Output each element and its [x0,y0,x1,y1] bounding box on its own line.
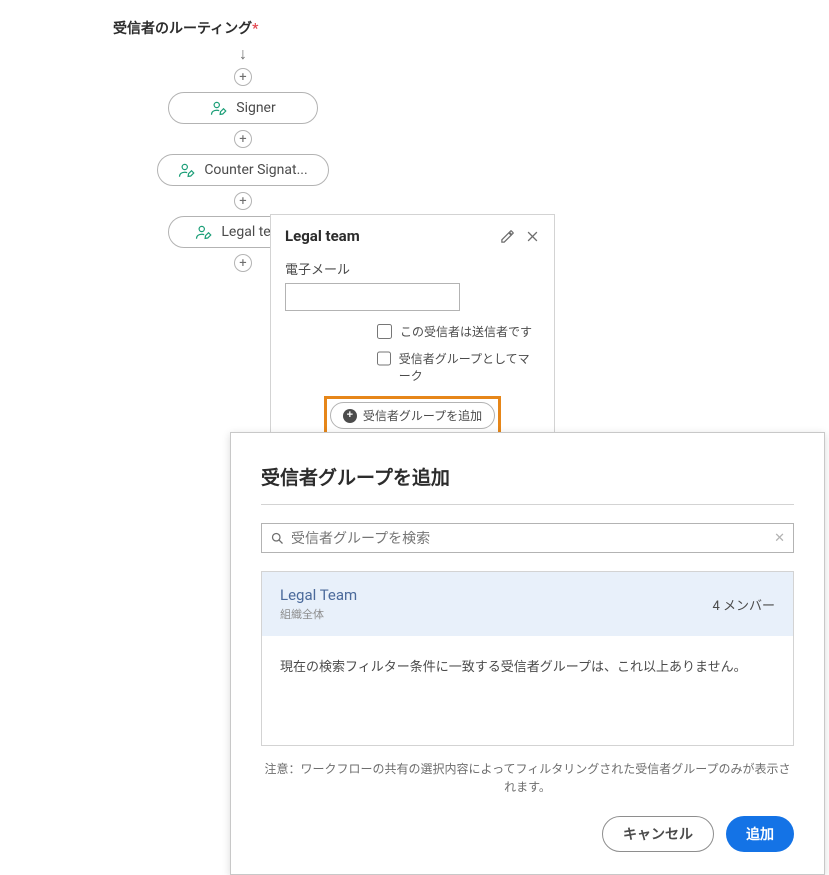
add-group-button-wrap: + 受信者グループを追加 [285,396,540,435]
email-field-label: 電子メール [285,259,540,278]
divider [261,504,794,505]
edit-icon[interactable] [500,229,515,244]
close-icon[interactable] [525,229,540,244]
add-node-button[interactable]: + [234,68,252,86]
clear-search-icon[interactable]: ✕ [774,531,785,546]
add-recipient-group-modal: 受信者グループを追加 ✕ Legal Team 組織全体 4 メンバー 現在の検… [230,432,825,875]
checkbox-mark-group-row[interactable]: 受信者グループとしてマーク [377,350,540,384]
panel-actions [500,229,540,244]
plus-circle-icon: + [343,409,357,423]
recipient-panel: Legal team 電子メール この受信者は送信者です 受信者グループとしてマ… [270,214,555,454]
search-input[interactable] [291,530,765,546]
role-node-label: Counter Signat... [204,162,307,178]
result-item-members: 4 メンバー [712,595,775,614]
add-group-button-label: 受信者グループを追加 [363,407,482,424]
email-input[interactable] [285,283,460,311]
routing-title: 受信者のルーティング* [113,18,373,38]
add-node-button[interactable]: + [234,254,252,272]
person-pen-icon [195,224,213,240]
modal-title: 受信者グループを追加 [261,463,794,490]
result-list: Legal Team 組織全体 4 メンバー 現在の検索フィルター条件に一致する… [261,571,794,746]
role-node-label: Signer [236,100,275,116]
modal-footer: キャンセル 追加 [261,816,794,852]
add-recipient-group-button[interactable]: + 受信者グループを追加 [330,402,495,429]
person-pen-icon [210,100,228,116]
role-node-counter-signature[interactable]: Counter Signat... [157,154,328,186]
cancel-button[interactable]: キャンセル [602,816,714,852]
checkbox-mark-group[interactable] [377,351,391,366]
required-star-icon: * [252,21,258,37]
add-button[interactable]: 追加 [726,816,794,852]
checkbox-sender[interactable] [377,324,392,339]
checkbox-group: この受信者は送信者です 受信者グループとしてマーク [285,323,540,384]
add-node-button[interactable]: + [234,130,252,148]
modal-note: 注意：ワークフローの共有の選択内容によってフィルタリングされた受信者グループのみ… [261,760,794,796]
result-item-legal-team[interactable]: Legal Team 組織全体 4 メンバー [262,572,793,636]
checkbox-sender-row[interactable]: この受信者は送信者です [377,323,540,340]
result-item-left: Legal Team 組織全体 [280,586,357,622]
search-box[interactable]: ✕ [261,523,794,553]
checkbox-mark-group-label: 受信者グループとしてマーク [399,350,540,384]
person-pen-icon [178,162,196,178]
checkbox-sender-label: この受信者は送信者です [400,323,532,340]
add-node-button[interactable]: + [234,192,252,210]
result-empty-message: 現在の検索フィルター条件に一致する受信者グループは、これ以上ありません。 [262,636,793,745]
result-item-scope: 組織全体 [280,606,357,622]
panel-title: Legal team [285,227,360,245]
highlight-frame: + 受信者グループを追加 [324,396,501,435]
arrow-down-icon: ↓ [239,46,247,62]
panel-header: Legal team [285,227,540,245]
result-item-name: Legal Team [280,586,357,604]
role-node-signer[interactable]: Signer [168,92,318,124]
routing-title-text: 受信者のルーティング [113,21,252,37]
search-icon [270,531,285,546]
